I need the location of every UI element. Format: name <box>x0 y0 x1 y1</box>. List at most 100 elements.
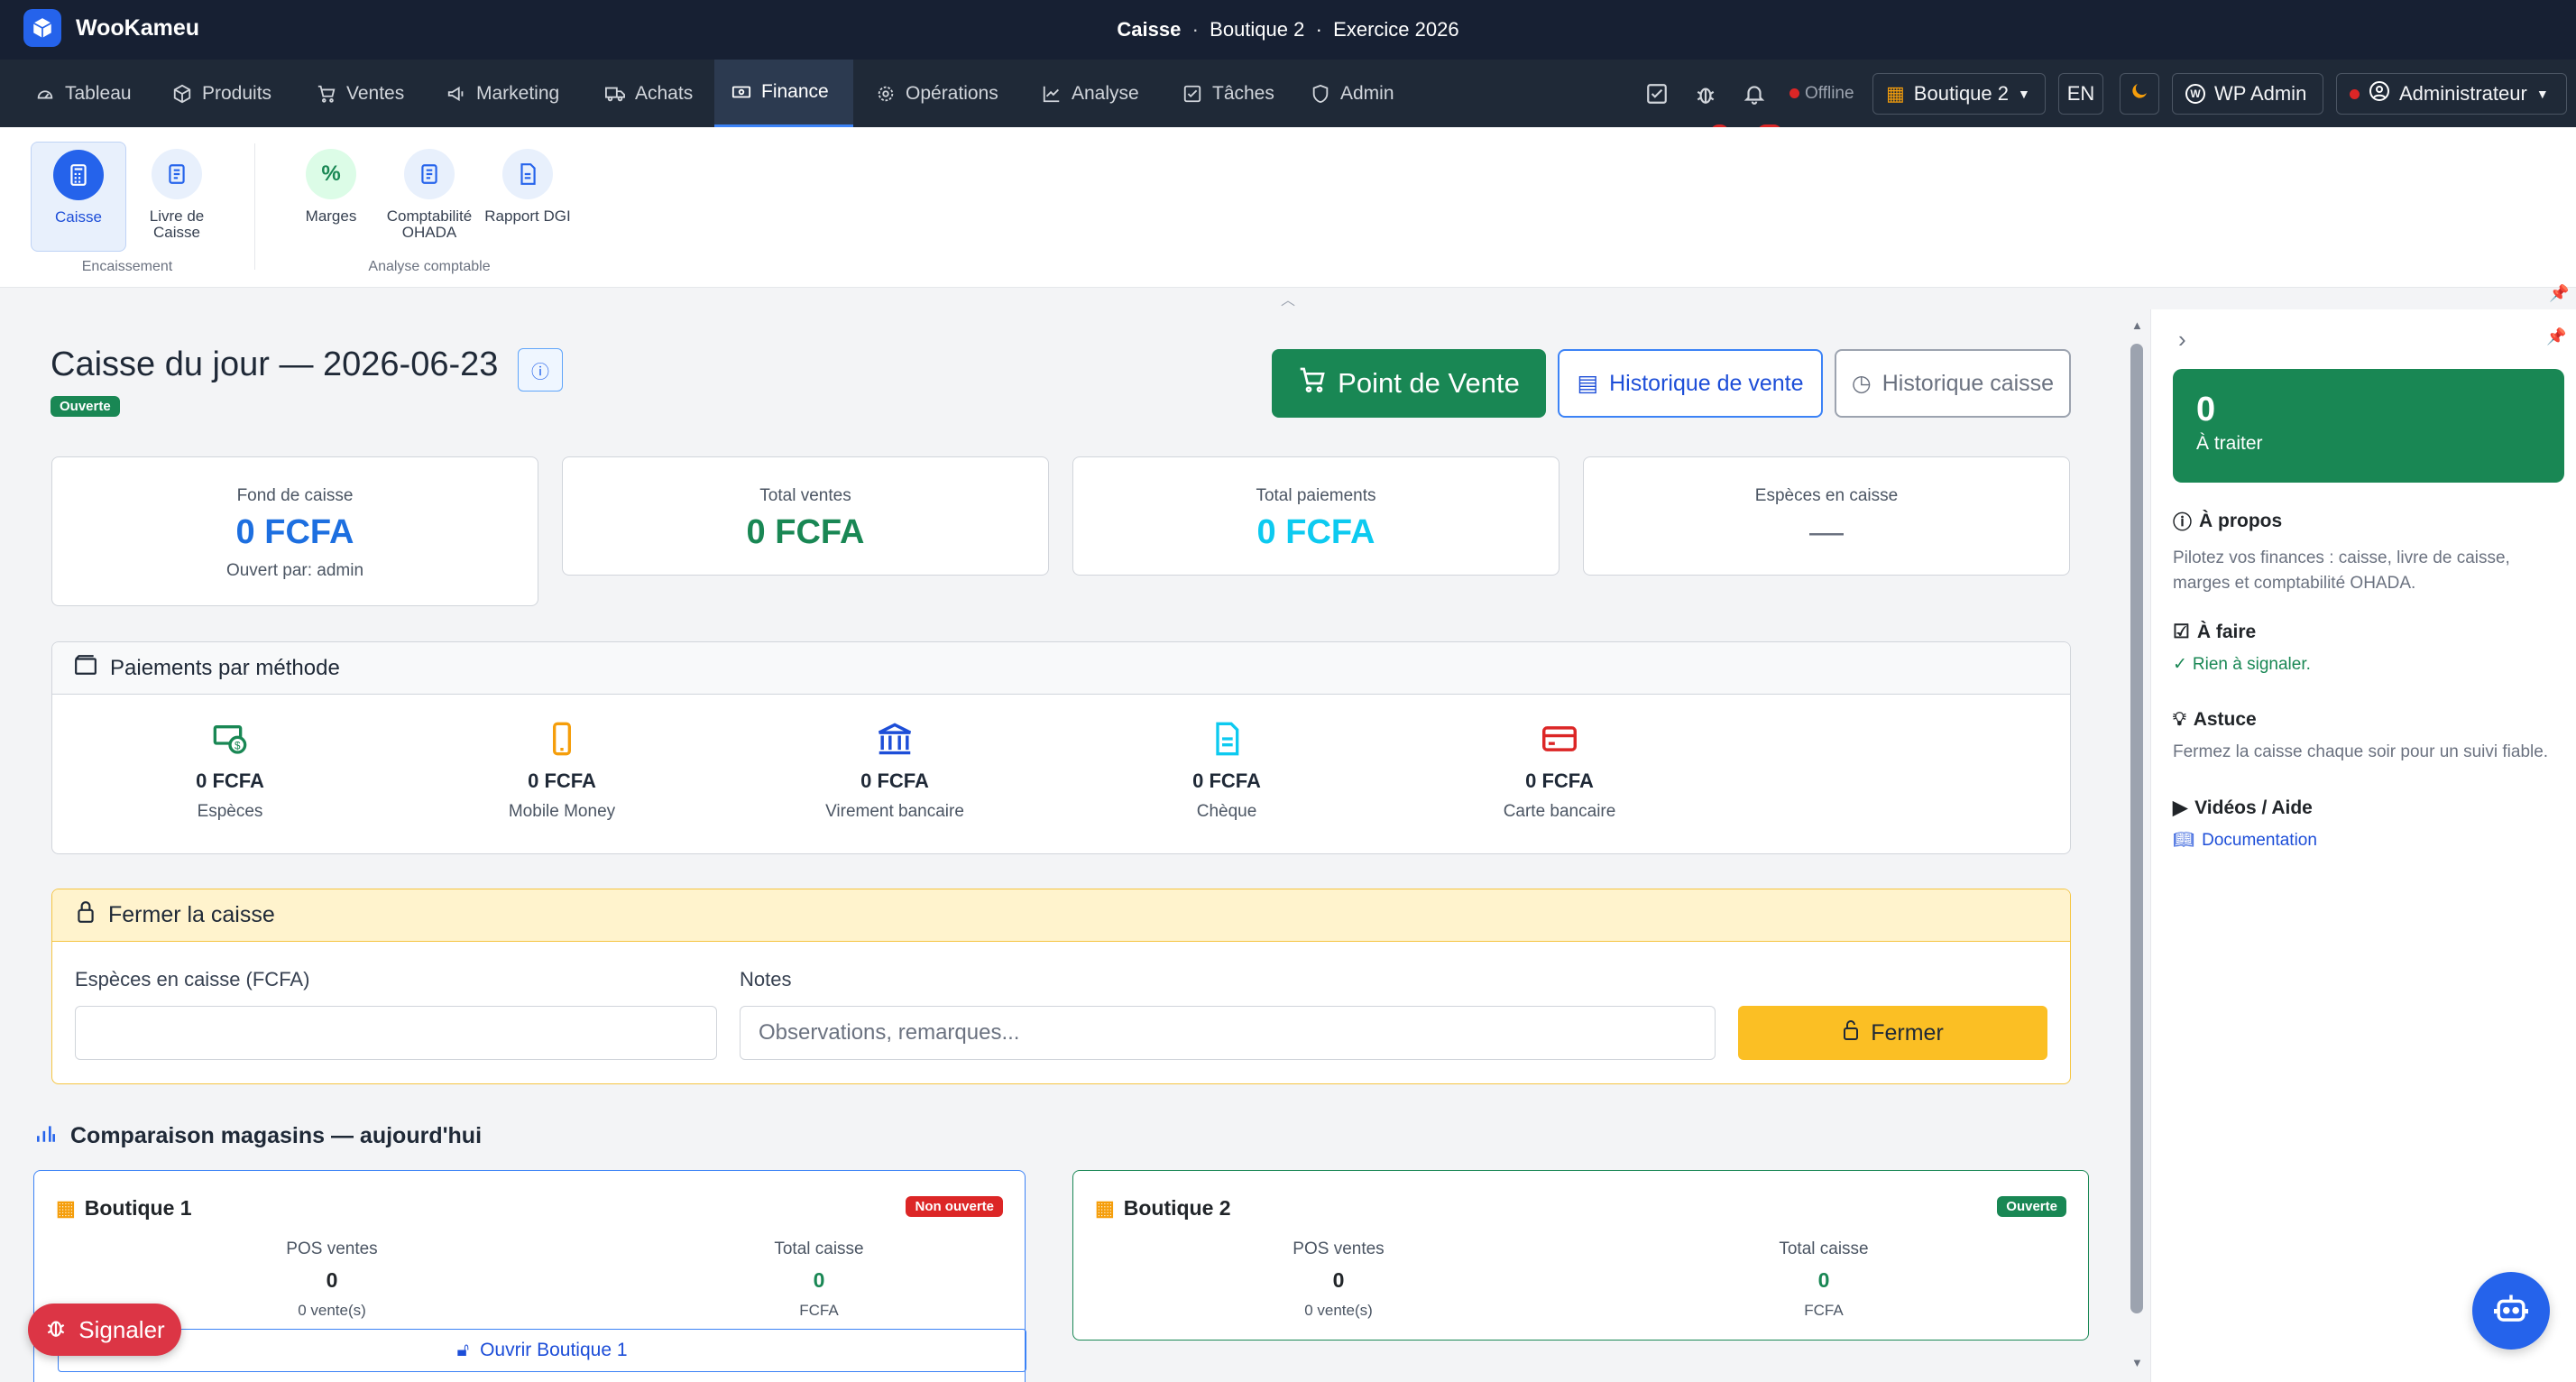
notes-field-label: Notes <box>740 968 792 990</box>
user-menu[interactable]: Administrateur ▼ <box>2336 73 2567 115</box>
user-status-dot <box>2350 88 2360 99</box>
stat-value: — <box>1809 513 1844 551</box>
robot-icon <box>2492 1292 2530 1331</box>
collapse-sidebar-icon[interactable]: › <box>2178 326 2186 354</box>
nav-finance[interactable]: Finance <box>714 60 853 127</box>
journal-icon <box>152 149 202 199</box>
bug-icon[interactable] <box>1687 60 1725 127</box>
main-scrollbar[interactable]: ▲ ▼ <box>2127 309 2147 1382</box>
todo-count-card[interactable]: 0 À traiter <box>2173 369 2564 483</box>
language-button[interactable]: EN <box>2058 73 2103 115</box>
subnav-marges[interactable]: % Marges <box>283 142 379 252</box>
nav-tableau[interactable]: Tableau <box>18 60 148 127</box>
historique-caisse-button[interactable]: ◷ Historique caisse <box>1835 349 2071 418</box>
wallet-icon <box>74 654 97 682</box>
collapse-chevron-icon[interactable]: ︿ <box>1281 288 1295 309</box>
todo-text: Rien à signaler. <box>2192 655 2311 674</box>
nav-marketing[interactable]: Marketing <box>429 60 575 127</box>
theme-toggle[interactable] <box>2120 73 2159 115</box>
pin-icon[interactable]: 📌 <box>2549 284 2569 303</box>
subnav-rapport-dgi[interactable]: Rapport DGI <box>480 142 575 252</box>
gauge-icon <box>34 83 56 105</box>
stat-value: 0 FCFA <box>746 513 865 551</box>
notes-input[interactable]: Observations, remarques... <box>740 1006 1716 1060</box>
payment-name: Mobile Money <box>508 802 616 821</box>
shield-icon <box>1310 83 1331 105</box>
payment-virement: 0 FCFA Virement bancaire <box>782 722 1007 822</box>
receipt-icon: ▤ <box>1577 371 1599 396</box>
cash-field-label: Espèces en caisse (FCFA) <box>75 968 310 990</box>
nav-admin[interactable]: Admin <box>1293 60 1411 127</box>
tip-title: Astuce <box>2193 709 2257 730</box>
nav-ventes[interactable]: Ventes <box>299 60 420 127</box>
bell-icon[interactable] <box>1735 60 1773 127</box>
scroll-up-icon[interactable]: ▲ <box>2131 318 2143 332</box>
subnav-label: Comptabilité OHADA <box>386 207 473 241</box>
point-de-vente-button[interactable]: Point de Vente <box>1272 349 1546 418</box>
cash-icon <box>731 81 752 103</box>
cart-icon <box>1298 365 1327 401</box>
stat-label: Total paiements <box>1256 486 1376 505</box>
payment-amount: 0 FCFA <box>860 769 929 792</box>
todo-title: À faire <box>2196 621 2257 642</box>
store-icon: ▦ <box>56 1196 76 1220</box>
ouvrir-boutique-button[interactable]: 🔓︎ Ouvrir Boutique 1 <box>58 1329 1026 1372</box>
subnav-label: Livre de Caisse <box>149 207 205 241</box>
nav-label: Finance <box>761 81 829 102</box>
check-circle-icon: ✓ <box>2173 655 2187 674</box>
store-status-badge: Ouverte <box>1997 1196 2066 1217</box>
comparison-heading: Comparaison magasins — aujourd'hui <box>34 1122 482 1150</box>
payments-title: Paiements par méthode <box>110 655 340 680</box>
wp-admin-button[interactable]: W WP Admin <box>2172 73 2323 115</box>
chart-icon <box>1041 83 1063 105</box>
nav-label: Tableau <box>65 82 132 104</box>
store-icon: ▦ <box>1886 82 1905 105</box>
stat-sub: FCFA <box>1804 1302 1844 1319</box>
gear-icon <box>875 83 897 105</box>
chatbot-button[interactable] <box>2472 1272 2550 1350</box>
nav-taches[interactable]: Tâches <box>1165 60 1291 127</box>
payment-carte: 0 FCFA Carte bancaire <box>1447 722 1672 822</box>
wp-admin-label: WP Admin <box>2214 82 2307 105</box>
stat-sub: 0 vente(s) <box>1304 1302 1373 1319</box>
stat-fond-de-caisse: Fond de caisse 0 FCFA Ouvert par: admin <box>51 456 538 606</box>
status-dot-icon <box>1789 88 1799 98</box>
historique-vente-label: Historique de vente <box>1609 370 1804 396</box>
documentation-link[interactable]: 📖︎ Documentation <box>2173 828 2564 853</box>
scroll-thumb[interactable] <box>2130 344 2143 1313</box>
stat-value: 0 FCFA <box>1256 513 1375 551</box>
store-status-badge: Non ouverte <box>906 1196 1003 1217</box>
nav-produits[interactable]: Produits <box>155 60 288 127</box>
store-pos-ventes: POS ventes 0 0 vente(s) <box>1158 1239 1519 1320</box>
subnav-label: Marges <box>305 207 357 225</box>
scroll-down-icon[interactable]: ▼ <box>2131 1356 2143 1369</box>
stat-value: 0 <box>1332 1268 1345 1292</box>
payments-header: Paiements par méthode <box>52 642 2070 695</box>
comparison-title: Comparaison magasins — aujourd'hui <box>70 1123 483 1148</box>
tasks-check-icon[interactable] <box>1638 60 1676 127</box>
historique-vente-button[interactable]: ▤ Historique de vente <box>1558 349 1823 418</box>
close-caisse-title: Fermer la caisse <box>108 902 275 927</box>
store-selector[interactable]: ▦ Boutique 2 ▼ <box>1872 73 2046 115</box>
stat-label: Total ventes <box>759 486 851 505</box>
subnav-caisse[interactable]: Caisse <box>31 142 126 252</box>
stat-label: POS ventes <box>286 1239 378 1258</box>
video-icon: ▶ <box>2173 797 2188 818</box>
subnav-livre-de-caisse[interactable]: Livre de Caisse <box>129 142 225 252</box>
stat-value: 0 <box>326 1268 338 1292</box>
sidebar-pin-icon[interactable]: 📌 <box>2546 327 2566 346</box>
nav-achats[interactable]: Achats <box>588 60 709 127</box>
clock-icon: ◷ <box>1851 371 1872 396</box>
fermer-button[interactable]: Fermer <box>1738 1006 2047 1060</box>
cash-amount-input[interactable] <box>75 1006 717 1060</box>
payment-name: Carte bancaire <box>1503 802 1616 821</box>
store-icon: ▦ <box>1095 1196 1115 1220</box>
nav-analyse[interactable]: Analyse <box>1025 60 1155 127</box>
subnav-comptabilite-ohada[interactable]: Comptabilité OHADA <box>379 142 480 252</box>
info-button[interactable]: ⓘ <box>518 348 563 392</box>
ledger-icon <box>404 149 455 199</box>
historique-caisse-label: Historique caisse <box>1881 370 2055 396</box>
nav-operations[interactable]: Opérations <box>859 60 1015 127</box>
top-bar: WooKameu Caisse · Boutique 2 · Exercice … <box>0 0 2576 60</box>
signaler-button[interactable]: Signaler <box>28 1304 181 1356</box>
